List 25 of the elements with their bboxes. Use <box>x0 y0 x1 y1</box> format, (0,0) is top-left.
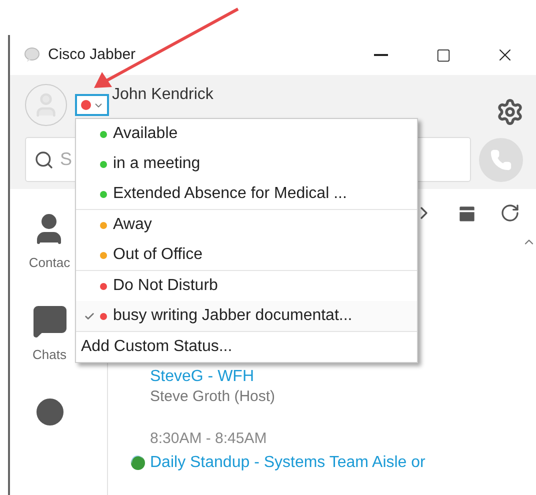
meeting-host: Steve Groth (Host) <box>150 387 276 407</box>
chat-bubble-logo-icon <box>24 47 40 63</box>
status-menu-item[interactable]: Out of Office <box>76 240 417 270</box>
nav-tab[interactable]: Chats <box>32 302 68 364</box>
nav-tab[interactable]: Contac <box>28 211 70 272</box>
maximize-icon <box>436 48 450 62</box>
window-title: Cisco Jabber <box>48 44 136 65</box>
status-menu-item[interactable]: in a meeting <box>76 149 417 179</box>
phone-icon <box>490 148 512 170</box>
status-dropdown-button[interactable] <box>75 94 109 116</box>
status-menu-item[interactable]: Extended Absence for Medical ... <box>76 179 417 209</box>
minimize-icon <box>374 54 388 56</box>
add-custom-status-item[interactable]: Add Custom Status... <box>76 332 417 362</box>
status-menu-item[interactable]: Do Not Disturb <box>76 271 417 301</box>
search-icon <box>34 150 54 170</box>
status-menu-item[interactable]: Available <box>76 119 417 149</box>
status-menu-item[interactable]: Away <box>76 210 417 240</box>
refresh-icon[interactable] <box>500 203 520 223</box>
settings-icon[interactable] <box>496 98 524 126</box>
search-input[interactable]: S <box>60 146 76 173</box>
status-menu-item[interactable]: busy writing Jabber documentat... <box>76 301 417 331</box>
user-name: John Kendrick <box>112 86 214 104</box>
meeting-time: 8:30AM - 8:45AM <box>150 429 268 449</box>
check-icon <box>84 310 95 322</box>
avatar <box>25 84 67 126</box>
